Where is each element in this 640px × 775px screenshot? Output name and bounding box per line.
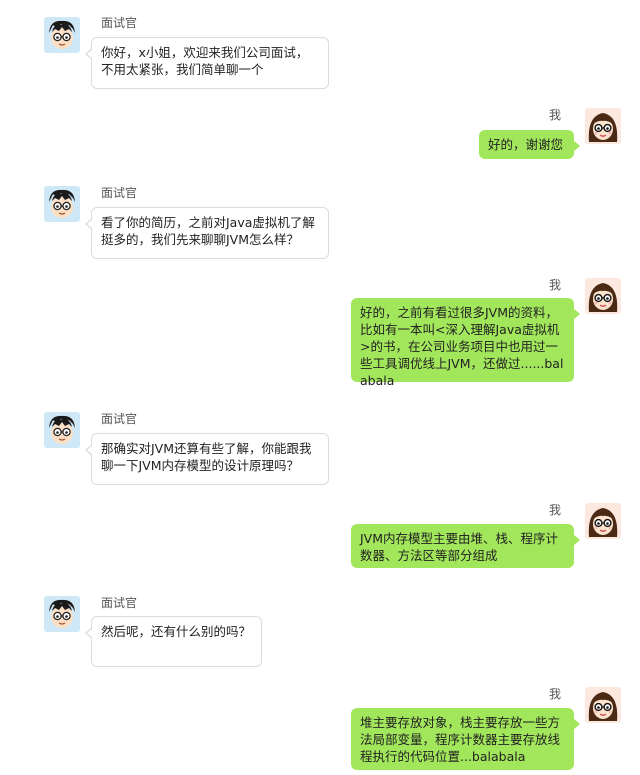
message-bubble: 你好，x小姐，欢迎来我们公司面试，不用太紧张，我们简单聊一个 [85, 37, 329, 89]
boy-glasses-avatar-icon [44, 17, 80, 53]
girl-glasses-avatar-icon [585, 687, 621, 723]
message-bubble: JVM内存模型主要由堆、栈、程序计数器、方法区等部分组成 [351, 524, 580, 568]
sender-name: 面试官 [101, 16, 138, 30]
message-bubble: 那确实对JVM还算有些了解，你能跟我聊一下JVM内存模型的设计原理吗？ [85, 433, 329, 485]
girl-glasses-avatar-icon [585, 108, 621, 144]
sender-name: 我 [549, 108, 562, 122]
sender-name: 面试官 [101, 596, 138, 610]
girl-glasses-avatar-icon [585, 278, 621, 314]
sender-name: 面试官 [101, 186, 138, 200]
sender-name: 我 [549, 687, 562, 701]
boy-glasses-avatar-icon [44, 186, 80, 222]
sender-name: 我 [549, 278, 562, 292]
message-bubble: 看了你的简历，之前对Java虚拟机了解挺多的，我们先来聊聊JVM怎么样？ [85, 207, 329, 259]
boy-glasses-avatar-icon [44, 412, 80, 448]
girl-glasses-avatar-icon [585, 503, 621, 539]
message-bubble: 堆主要存放对象，栈主要存放一些方法局部变量，程序计数器主要存放线程执行的代码位置… [351, 708, 580, 770]
message-bubble: 好的，谢谢您 [479, 130, 580, 159]
sender-name: 我 [549, 503, 562, 517]
message-bubble: 然后呢，还有什么别的吗？ [85, 616, 262, 667]
boy-glasses-avatar-icon [44, 596, 80, 632]
sender-name: 面试官 [101, 412, 138, 426]
message-bubble: 好的，之前有看过很多JVM的资料，比如有一本叫<深入理解Java虚拟机>的书，在… [351, 298, 580, 388]
